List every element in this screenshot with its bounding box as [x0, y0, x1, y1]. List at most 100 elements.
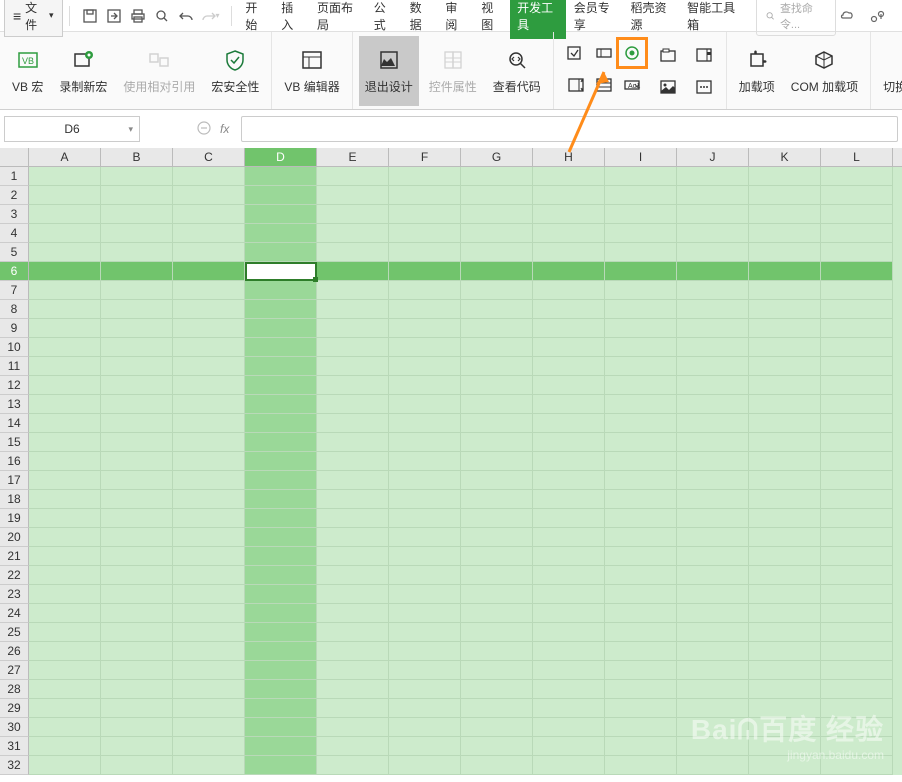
cell[interactable]	[461, 338, 533, 357]
cell[interactable]	[317, 471, 389, 490]
cell[interactable]	[173, 680, 245, 699]
cell[interactable]	[245, 490, 317, 509]
cell[interactable]	[821, 376, 893, 395]
cell[interactable]	[677, 756, 749, 775]
cell[interactable]	[461, 205, 533, 224]
cell[interactable]	[749, 319, 821, 338]
row-header[interactable]: 17	[0, 471, 29, 490]
cell[interactable]	[317, 433, 389, 452]
cell[interactable]	[461, 471, 533, 490]
cell[interactable]	[821, 680, 893, 699]
cell[interactable]	[29, 471, 101, 490]
cell[interactable]	[29, 528, 101, 547]
col-header-f[interactable]: F	[389, 148, 461, 166]
row-header[interactable]: 3	[0, 205, 29, 224]
row-header[interactable]: 24	[0, 604, 29, 623]
cell[interactable]	[605, 756, 677, 775]
cell[interactable]	[821, 623, 893, 642]
cell[interactable]	[245, 566, 317, 585]
cell[interactable]	[749, 680, 821, 699]
cell[interactable]	[317, 205, 389, 224]
cell[interactable]	[389, 224, 461, 243]
cell[interactable]	[245, 319, 317, 338]
row-header[interactable]: 11	[0, 357, 29, 376]
cell[interactable]	[821, 262, 893, 281]
cell[interactable]	[173, 205, 245, 224]
cell[interactable]	[245, 395, 317, 414]
cell[interactable]	[173, 262, 245, 281]
cell[interactable]	[101, 395, 173, 414]
cell[interactable]	[317, 680, 389, 699]
cell[interactable]	[101, 585, 173, 604]
cell[interactable]	[533, 395, 605, 414]
cell[interactable]	[821, 338, 893, 357]
cell[interactable]	[317, 718, 389, 737]
cell[interactable]	[389, 205, 461, 224]
cell[interactable]	[101, 338, 173, 357]
cell[interactable]	[317, 699, 389, 718]
cell[interactable]	[173, 452, 245, 471]
cell[interactable]	[29, 699, 101, 718]
cell[interactable]	[389, 509, 461, 528]
col-header-c[interactable]: C	[173, 148, 245, 166]
cell[interactable]	[533, 338, 605, 357]
cell[interactable]	[461, 243, 533, 262]
col-header-e[interactable]: E	[317, 148, 389, 166]
export-icon[interactable]	[103, 5, 125, 27]
cell[interactable]	[245, 224, 317, 243]
group-box-control-icon[interactable]	[656, 43, 680, 67]
cell[interactable]	[461, 186, 533, 205]
row-header[interactable]: 32	[0, 756, 29, 775]
cell[interactable]	[101, 281, 173, 300]
row-header[interactable]: 20	[0, 528, 29, 547]
switch-js-button[interactable]: JS 切换到JS环境	[877, 36, 902, 106]
cell[interactable]	[461, 699, 533, 718]
cell[interactable]	[389, 604, 461, 623]
cell[interactable]	[173, 623, 245, 642]
cell[interactable]	[821, 186, 893, 205]
cell[interactable]	[677, 718, 749, 737]
undo-icon[interactable]	[175, 5, 197, 27]
cell[interactable]	[29, 566, 101, 585]
cell[interactable]	[101, 167, 173, 186]
fx-icon[interactable]: fx	[220, 122, 229, 136]
cell[interactable]	[173, 490, 245, 509]
cell[interactable]	[29, 661, 101, 680]
cell[interactable]	[461, 509, 533, 528]
cell[interactable]	[821, 281, 893, 300]
cell[interactable]	[677, 452, 749, 471]
cell[interactable]	[533, 205, 605, 224]
cell[interactable]	[677, 585, 749, 604]
cell[interactable]	[317, 452, 389, 471]
cell[interactable]	[389, 547, 461, 566]
cell[interactable]	[677, 205, 749, 224]
cell[interactable]	[173, 281, 245, 300]
cell[interactable]	[461, 452, 533, 471]
cell[interactable]	[317, 338, 389, 357]
cell[interactable]	[29, 186, 101, 205]
cell[interactable]	[29, 262, 101, 281]
cell[interactable]	[317, 319, 389, 338]
cell[interactable]	[821, 452, 893, 471]
cell[interactable]	[749, 585, 821, 604]
cell[interactable]	[389, 623, 461, 642]
cell[interactable]	[749, 604, 821, 623]
share-icon[interactable]	[868, 6, 888, 26]
row-header[interactable]: 26	[0, 642, 29, 661]
cell[interactable]	[173, 243, 245, 262]
cell[interactable]	[533, 737, 605, 756]
cell[interactable]	[101, 718, 173, 737]
cell[interactable]	[461, 167, 533, 186]
cell[interactable]	[245, 699, 317, 718]
cell[interactable]	[749, 737, 821, 756]
cell[interactable]	[173, 224, 245, 243]
cell[interactable]	[389, 395, 461, 414]
row-header[interactable]: 12	[0, 376, 29, 395]
cell[interactable]	[677, 623, 749, 642]
col-header-g[interactable]: G	[461, 148, 533, 166]
cell[interactable]	[389, 338, 461, 357]
cell[interactable]	[461, 737, 533, 756]
cell[interactable]	[389, 471, 461, 490]
cell[interactable]	[29, 281, 101, 300]
spinner-control-icon[interactable]	[564, 73, 588, 97]
